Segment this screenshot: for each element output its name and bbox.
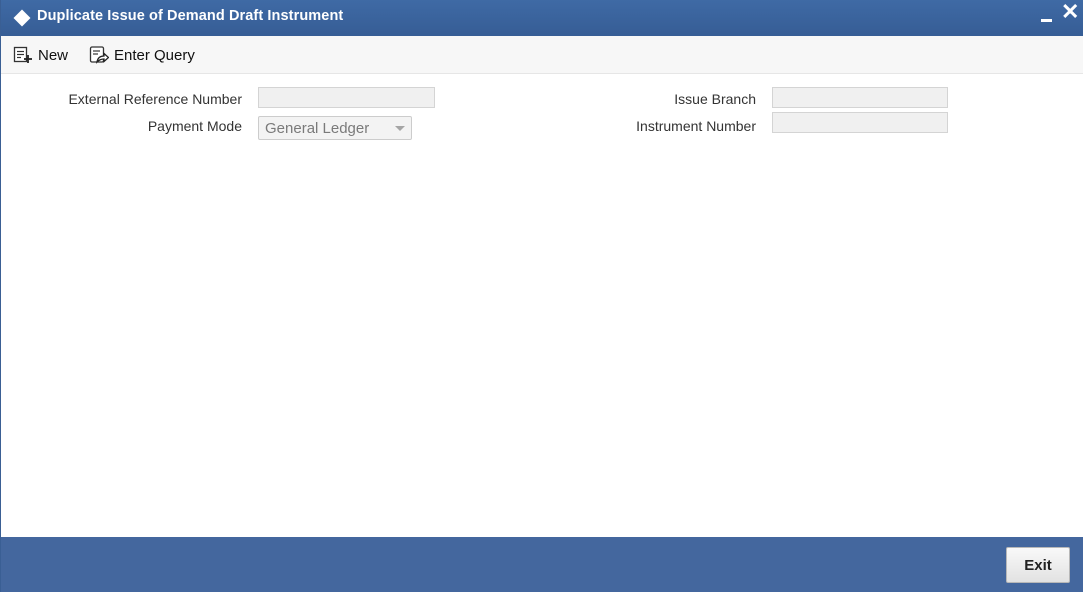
diamond-icon [13, 9, 31, 27]
chevron-down-icon [395, 126, 405, 131]
new-record-icon [13, 46, 32, 63]
payment-mode-value: General Ledger [265, 120, 370, 137]
window-title: Duplicate Issue of Demand Draft Instrume… [37, 8, 344, 24]
issue-branch-label: Issue Branch [674, 91, 756, 107]
instrument-number-label: Instrument Number [636, 118, 756, 134]
enter-query-button[interactable]: Enter Query [89, 45, 195, 65]
new-button[interactable]: New [13, 45, 68, 65]
external-reference-number-label: External Reference Number [68, 91, 242, 107]
close-icon[interactable]: ✕ [1061, 1, 1079, 23]
footer-bar: Exit [1, 537, 1083, 592]
payment-mode-select[interactable]: General Ledger [258, 116, 412, 140]
enter-query-icon [89, 46, 109, 64]
toolbar: New Enter Query [1, 36, 1083, 74]
issue-branch-field[interactable] [772, 87, 948, 108]
enter-query-label: Enter Query [114, 46, 195, 64]
external-reference-number-field[interactable] [258, 87, 435, 108]
payment-mode-label: Payment Mode [147, 118, 242, 134]
exit-button[interactable]: Exit [1006, 547, 1070, 583]
minimize-button[interactable] [1040, 6, 1054, 24]
instrument-number-field[interactable] [772, 112, 948, 133]
new-label: New [38, 46, 69, 64]
title-bar: Duplicate Issue of Demand Draft Instrume… [1, 0, 1083, 36]
form-window: Duplicate Issue of Demand Draft Instrume… [0, 0, 1083, 592]
